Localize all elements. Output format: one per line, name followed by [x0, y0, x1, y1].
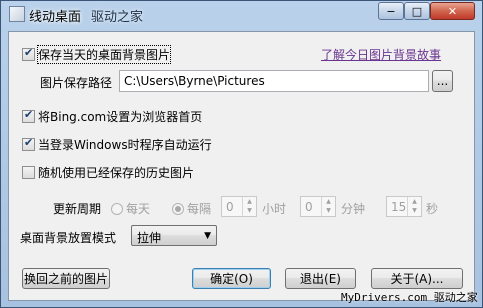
about-button[interactable]: 关于(A)... — [371, 268, 463, 289]
save-path-label: 图片保存路径 — [40, 76, 113, 90]
restore-previous-button[interactable]: 换回之前的图片 — [22, 268, 110, 289]
random-history-label: 随机使用已经保存的历史图片 — [38, 166, 195, 180]
close-icon: ✕ — [447, 4, 458, 18]
bing-home-label: 将Bing.com设置为浏览器首页 — [38, 110, 203, 124]
exit-button[interactable]: 退出(E) — [285, 268, 356, 289]
minutes-spinner[interactable]: 0 ▲ ▼ — [300, 196, 336, 217]
hours-spinner[interactable]: 0 ▲ ▼ — [221, 196, 257, 217]
title-watermark: 驱动之家 — [91, 10, 144, 25]
update-daily-option[interactable]: 每天 — [111, 200, 150, 217]
dialog-body: 保存当天的桌面背景图片 了解今日图片背景故事 图片保存路径 C:\Users\B… — [8, 31, 475, 301]
bing-home-option[interactable]: 将Bing.com设置为浏览器首页 — [22, 108, 202, 125]
update-every-label: 每隔 — [187, 202, 212, 216]
random-history-checkbox[interactable] — [22, 166, 35, 179]
minimize-button[interactable]: − — [378, 2, 404, 20]
story-link[interactable]: 了解今日图片背景故事 — [321, 46, 441, 63]
random-history-option[interactable]: 随机使用已经保存的历史图片 — [22, 164, 194, 181]
minutes-value: 0 — [305, 200, 313, 214]
bing-home-checkbox[interactable] — [22, 108, 35, 123]
footer-watermark: MyDrivers.com 驱动之家 — [341, 291, 478, 304]
save-path-field[interactable]: C:\Users\Byrne\Pictures — [119, 70, 429, 92]
placement-label: 桌面背景放置模式 — [20, 231, 117, 245]
save-bg-option[interactable]: 保存当天的桌面背景图片 — [22, 45, 172, 64]
ok-button[interactable]: 确定(O) — [192, 268, 271, 289]
update-every-option[interactable]: 每隔 — [172, 200, 211, 217]
dialog-window: 线动桌面 驱动之家 − □ ✕ 保存当天的桌面背景图片 了解今日图片背景故事 图… — [0, 0, 483, 308]
seconds-spin-arrows[interactable]: ▲ ▼ — [407, 197, 421, 216]
window-title: 线动桌面 — [29, 10, 82, 25]
save-bg-checkbox[interactable] — [22, 46, 35, 61]
hours-unit: 小时 — [262, 202, 287, 216]
minutes-spin-arrows[interactable]: ▲ ▼ — [321, 197, 335, 216]
maximize-icon: □ — [411, 4, 423, 18]
hours-spin-arrows[interactable]: ▲ ▼ — [242, 197, 256, 216]
seconds-value: 15 — [391, 200, 407, 214]
minimize-icon: − — [386, 4, 396, 18]
hours-value: 0 — [226, 200, 234, 214]
maximize-button[interactable]: □ — [404, 2, 430, 20]
placement-value: 拉伸 — [137, 231, 162, 245]
seconds-spinner[interactable]: 15 ▲ ▼ — [386, 196, 422, 217]
browse-button[interactable]: ... — [432, 70, 453, 92]
seconds-unit: 秒 — [426, 202, 439, 216]
update-daily-radio[interactable] — [111, 202, 123, 215]
autorun-label: 当登录Windows时程序自动运行 — [38, 138, 212, 152]
placement-select[interactable]: 拉伸 ▼ — [131, 225, 217, 246]
title-bar[interactable]: 线动桌面 驱动之家 − □ ✕ — [1, 1, 482, 27]
autorun-option[interactable]: 当登录Windows时程序自动运行 — [22, 136, 212, 153]
chevron-down-icon: ▼ — [204, 231, 211, 241]
close-button[interactable]: ✕ — [430, 2, 475, 20]
update-period-label: 更新周期 — [53, 202, 102, 216]
app-icon — [9, 6, 25, 22]
update-every-radio[interactable] — [172, 202, 184, 215]
save-bg-label: 保存当天的桌面背景图片 — [36, 45, 172, 64]
autorun-checkbox[interactable] — [22, 136, 35, 151]
update-daily-label: 每天 — [126, 202, 151, 216]
minutes-unit: 分钟 — [341, 202, 366, 216]
